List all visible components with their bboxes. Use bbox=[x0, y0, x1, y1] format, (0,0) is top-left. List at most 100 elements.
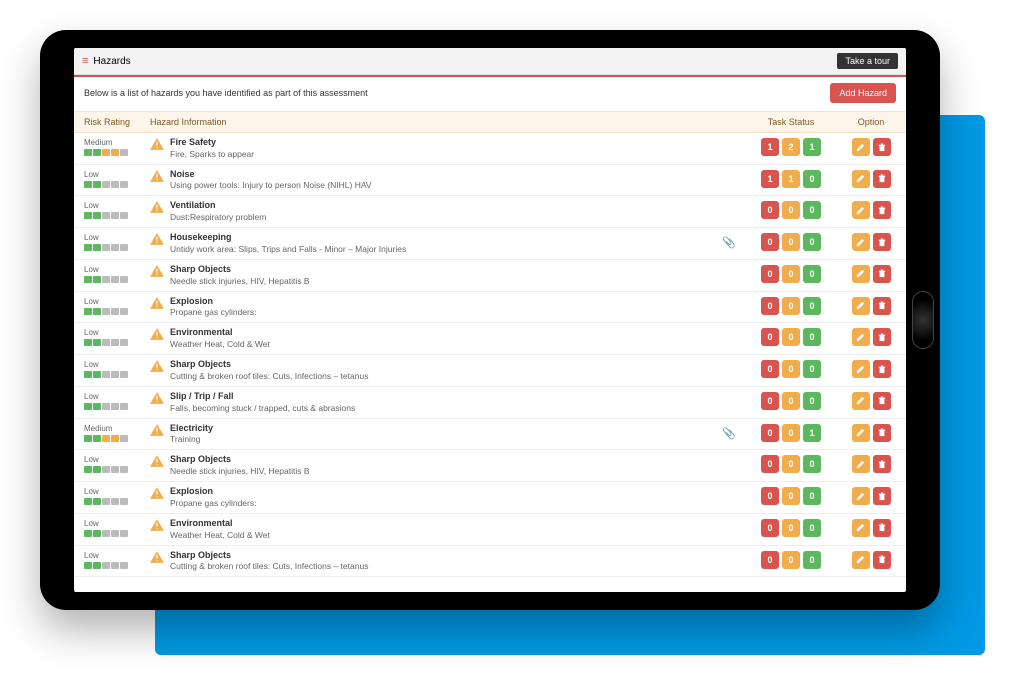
edit-button[interactable] bbox=[852, 328, 870, 346]
edit-button[interactable] bbox=[852, 265, 870, 283]
attachment-icon[interactable]: 📎 bbox=[722, 236, 736, 249]
hazard-cell[interactable]: ElectricityTraining📎 bbox=[146, 423, 746, 446]
status-badge[interactable]: 0 bbox=[803, 487, 821, 505]
delete-button[interactable] bbox=[873, 233, 891, 251]
status-badge[interactable]: 0 bbox=[803, 360, 821, 378]
status-badge[interactable]: 1 bbox=[761, 138, 779, 156]
status-badge[interactable]: 0 bbox=[761, 328, 779, 346]
status-badge[interactable]: 0 bbox=[761, 392, 779, 410]
status-badge[interactable]: 0 bbox=[803, 551, 821, 569]
status-badge[interactable]: 0 bbox=[761, 455, 779, 473]
hazard-cell[interactable]: EnvironmentalWeather Heat, Cold & Wet bbox=[146, 327, 746, 350]
status-badge[interactable]: 0 bbox=[761, 487, 779, 505]
delete-button[interactable] bbox=[873, 201, 891, 219]
status-badge[interactable]: 0 bbox=[782, 328, 800, 346]
delete-button[interactable] bbox=[873, 297, 891, 315]
hazard-title: Sharp Objects bbox=[170, 454, 310, 466]
hazard-cell[interactable]: Fire SafetyFire, Sparks to appear bbox=[146, 137, 746, 160]
delete-button[interactable] bbox=[873, 170, 891, 188]
hazard-cell[interactable]: ExplosionPropane gas cylinders: bbox=[146, 296, 746, 319]
edit-button[interactable] bbox=[852, 201, 870, 219]
edit-button[interactable] bbox=[852, 487, 870, 505]
status-badge[interactable]: 0 bbox=[803, 519, 821, 537]
status-badge[interactable]: 0 bbox=[803, 392, 821, 410]
status-badge[interactable]: 0 bbox=[803, 170, 821, 188]
column-header-option: Option bbox=[836, 117, 906, 127]
hazard-cell[interactable]: EnvironmentalWeather Heat, Cold & Wet bbox=[146, 518, 746, 541]
hazard-cell[interactable]: VentilationDust:Respiratory problem bbox=[146, 200, 746, 223]
status-badge[interactable]: 0 bbox=[803, 328, 821, 346]
add-hazard-button[interactable]: Add Hazard bbox=[830, 83, 896, 103]
status-badge[interactable]: 1 bbox=[761, 170, 779, 188]
status-badge[interactable]: 0 bbox=[803, 455, 821, 473]
hazard-cell[interactable]: ExplosionPropane gas cylinders: bbox=[146, 486, 746, 509]
status-badge[interactable]: 0 bbox=[803, 201, 821, 219]
delete-button[interactable] bbox=[873, 360, 891, 378]
trash-icon bbox=[878, 269, 886, 278]
status-badge[interactable]: 0 bbox=[803, 297, 821, 315]
menu-icon[interactable]: ≡ bbox=[82, 56, 88, 67]
status-badge[interactable]: 0 bbox=[761, 360, 779, 378]
edit-button[interactable] bbox=[852, 138, 870, 156]
tablet-home-button[interactable] bbox=[912, 291, 934, 349]
status-badge[interactable]: 0 bbox=[803, 265, 821, 283]
hazard-cell[interactable]: NoiseUsing power tools: Injury to person… bbox=[146, 169, 746, 192]
hazard-cell[interactable]: HousekeepingUntidy work area: Slips, Tri… bbox=[146, 232, 746, 255]
status-badge[interactable]: 1 bbox=[803, 424, 821, 442]
status-badge[interactable]: 0 bbox=[803, 233, 821, 251]
rating-dot bbox=[84, 244, 92, 251]
status-badge[interactable]: 0 bbox=[761, 201, 779, 219]
edit-button[interactable] bbox=[852, 233, 870, 251]
status-badge[interactable]: 0 bbox=[782, 519, 800, 537]
take-tour-button[interactable]: Take a tour bbox=[837, 53, 898, 69]
rating-dot bbox=[102, 403, 110, 410]
hazard-cell[interactable]: Slip / Trip / FallFalls, becoming stuck … bbox=[146, 391, 746, 414]
edit-button[interactable] bbox=[852, 170, 870, 188]
delete-button[interactable] bbox=[873, 392, 891, 410]
status-badge[interactable]: 0 bbox=[761, 551, 779, 569]
status-badge[interactable]: 0 bbox=[782, 201, 800, 219]
status-badge[interactable]: 0 bbox=[761, 233, 779, 251]
status-badge[interactable]: 2 bbox=[782, 138, 800, 156]
hazard-cell[interactable]: Sharp ObjectsCutting & broken roof tiles… bbox=[146, 550, 746, 573]
status-badge[interactable]: 0 bbox=[782, 392, 800, 410]
table-row: LowSharp ObjectsNeedle stick injuries, H… bbox=[74, 450, 906, 482]
status-badge[interactable]: 0 bbox=[761, 424, 779, 442]
status-badge[interactable]: 0 bbox=[782, 360, 800, 378]
edit-button[interactable] bbox=[852, 424, 870, 442]
status-badge[interactable]: 0 bbox=[782, 455, 800, 473]
warning-icon bbox=[150, 392, 164, 404]
status-badge[interactable]: 0 bbox=[782, 233, 800, 251]
edit-button[interactable] bbox=[852, 455, 870, 473]
status-badge[interactable]: 0 bbox=[761, 265, 779, 283]
status-badge[interactable]: 0 bbox=[761, 519, 779, 537]
status-badge[interactable]: 0 bbox=[782, 297, 800, 315]
status-badge[interactable]: 0 bbox=[782, 487, 800, 505]
status-badge[interactable]: 0 bbox=[782, 424, 800, 442]
delete-button[interactable] bbox=[873, 455, 891, 473]
status-badge[interactable]: 0 bbox=[782, 551, 800, 569]
edit-button[interactable] bbox=[852, 392, 870, 410]
edit-button[interactable] bbox=[852, 360, 870, 378]
edit-button[interactable] bbox=[852, 551, 870, 569]
status-badge[interactable]: 0 bbox=[782, 265, 800, 283]
delete-button[interactable] bbox=[873, 138, 891, 156]
delete-button[interactable] bbox=[873, 424, 891, 442]
delete-button[interactable] bbox=[873, 551, 891, 569]
status-badge[interactable]: 0 bbox=[761, 297, 779, 315]
attachment-icon[interactable]: 📎 bbox=[722, 427, 736, 440]
rating-dot bbox=[111, 466, 119, 473]
hazard-cell[interactable]: Sharp ObjectsNeedle stick injuries, HIV,… bbox=[146, 454, 746, 477]
edit-button[interactable] bbox=[852, 519, 870, 537]
delete-button[interactable] bbox=[873, 519, 891, 537]
delete-button[interactable] bbox=[873, 487, 891, 505]
delete-button[interactable] bbox=[873, 328, 891, 346]
rating-dot bbox=[102, 530, 110, 537]
delete-button[interactable] bbox=[873, 265, 891, 283]
hazard-cell[interactable]: Sharp ObjectsCutting & broken roof tiles… bbox=[146, 359, 746, 382]
hazard-cell[interactable]: Sharp ObjectsNeedle stick injuries, HIV,… bbox=[146, 264, 746, 287]
status-badge[interactable]: 1 bbox=[803, 138, 821, 156]
status-badge[interactable]: 1 bbox=[782, 170, 800, 188]
edit-button[interactable] bbox=[852, 297, 870, 315]
rating-cell: Medium bbox=[74, 137, 146, 156]
